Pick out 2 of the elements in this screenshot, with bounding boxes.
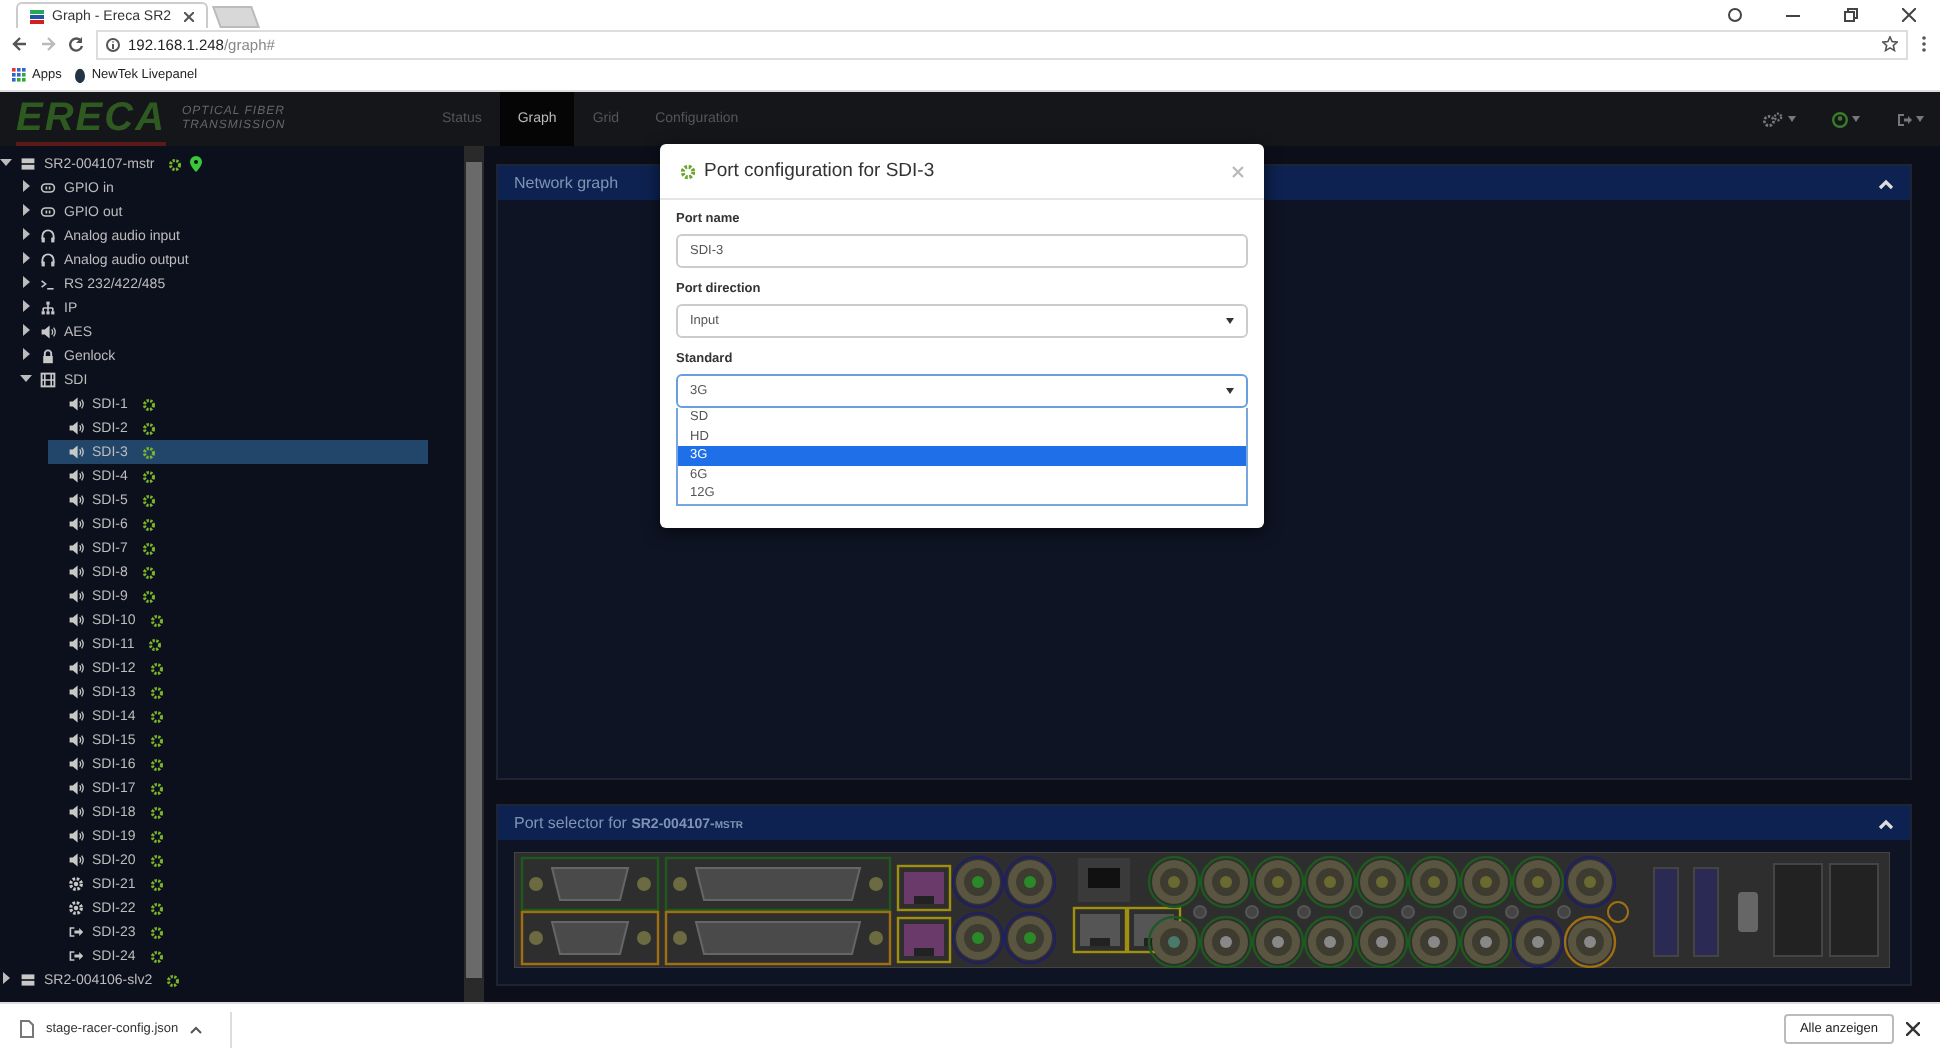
panel-title: Network graph <box>514 174 619 192</box>
dialog-title: Port configuration for SDI-3 <box>704 160 935 182</box>
